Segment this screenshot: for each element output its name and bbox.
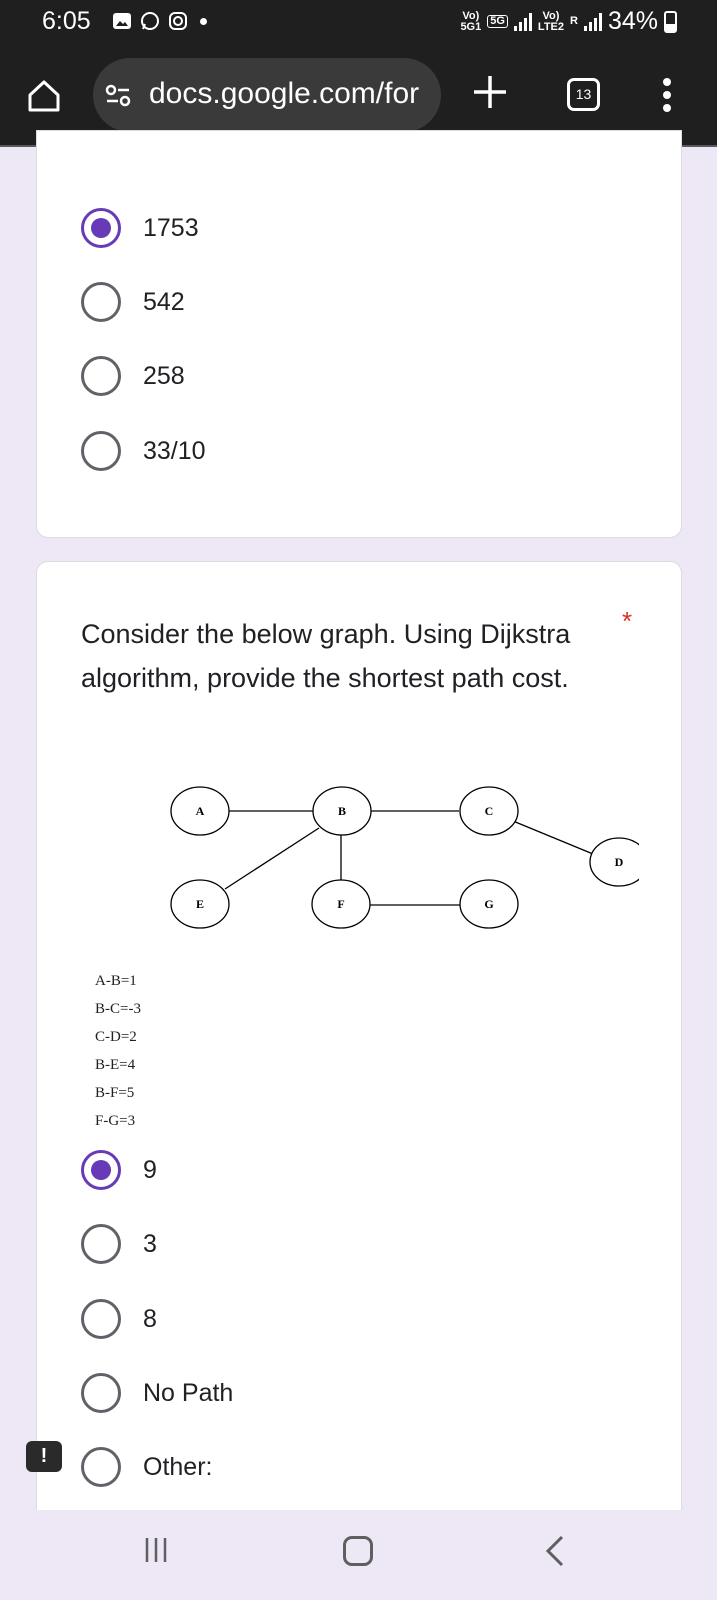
battery-percent: 34% — [607, 7, 658, 35]
option-row[interactable]: 542 — [81, 282, 185, 322]
option-row[interactable]: 1753 — [81, 208, 199, 248]
home-icon[interactable] — [26, 78, 62, 114]
url-text[interactable]: docs.google.com/for — [149, 77, 439, 111]
edge-weight: C-D=2 — [95, 1029, 137, 1045]
feedback-alert-icon[interactable]: ! — [26, 1441, 62, 1472]
node-label: D — [615, 855, 624, 869]
whatsapp-icon — [141, 12, 159, 30]
graph-node-a: A — [170, 786, 230, 836]
radio-button[interactable] — [81, 1224, 121, 1264]
option-row[interactable]: 258 — [81, 356, 185, 396]
option-row[interactable]: 33/10 — [81, 431, 206, 471]
radio-button[interactable] — [81, 1299, 121, 1339]
radio-button[interactable] — [81, 1373, 121, 1413]
notification-icons — [112, 11, 207, 31]
option-label: No Path — [143, 1378, 234, 1407]
signal-icon — [513, 12, 532, 31]
graph-node-c: C — [459, 786, 519, 836]
option-row[interactable]: No Path — [81, 1373, 233, 1413]
option-label: 542 — [143, 287, 185, 316]
overflow-menu-icon[interactable] — [662, 78, 672, 114]
node-label: C — [485, 804, 494, 818]
graph-node-b: B — [312, 786, 372, 836]
more-notifications-dot — [200, 17, 207, 25]
edge-weights-list: A-B=1 B-C=-3 C-D=2 B-E=4 B-F=5 F-G=3 — [95, 967, 141, 1135]
radio-button[interactable] — [81, 1447, 121, 1487]
radio-button[interactable] — [81, 356, 121, 396]
radio-button[interactable] — [81, 282, 121, 322]
option-label: Other: — [143, 1452, 213, 1481]
recent-apps-icon[interactable] — [143, 1536, 169, 1564]
option-label: 9 — [143, 1155, 157, 1184]
option-row[interactable]: Other: — [81, 1447, 212, 1487]
clock: 6:05 — [42, 7, 91, 35]
question-title: Consider the below graph. Using Dijkstra… — [81, 619, 571, 693]
node-label: G — [484, 897, 493, 911]
roaming-indicator: R — [570, 15, 578, 27]
graph-image: A B C D E F G — [170, 786, 639, 929]
graph-node-e: E — [170, 879, 230, 929]
node-label: B — [338, 804, 346, 818]
edge-weight: F-G=3 — [95, 1113, 136, 1129]
option-row[interactable]: 3 — [81, 1224, 157, 1264]
graph-node-g: G — [459, 879, 519, 929]
radio-button-selected[interactable] — [81, 1150, 121, 1190]
sim1-volte: Vo) 5G1 — [460, 9, 482, 33]
edge-weight: B-F=5 — [95, 1085, 135, 1101]
option-row[interactable]: 9 — [81, 1150, 157, 1190]
node-label: E — [196, 897, 204, 911]
home-nav-icon[interactable] — [343, 1536, 373, 1566]
option-label: 8 — [143, 1304, 157, 1333]
edge-weight: A-B=1 — [95, 973, 137, 989]
node-label: A — [196, 804, 205, 818]
signal2-icon — [583, 12, 602, 31]
graph-node-f: F — [311, 879, 371, 929]
edge-weight: B-C=-3 — [95, 1001, 141, 1017]
edge-c-d — [512, 820, 594, 855]
edge-weight: B-E=4 — [95, 1057, 136, 1073]
option-label: 33/10 — [143, 436, 206, 465]
network-5g-badge: 5G — [487, 15, 508, 28]
option-label: 1753 — [143, 213, 199, 242]
radio-button-selected[interactable] — [81, 208, 121, 248]
tab-switcher-button[interactable]: 13 — [567, 78, 600, 111]
node-label: F — [337, 897, 344, 911]
edge-b-e — [224, 827, 320, 890]
graph-node-d: D — [589, 837, 639, 887]
system-icons: Vo) 5G1 5G Vo) LTE2 R 34% — [460, 7, 677, 36]
status-bar: 6:05 Vo) 5G1 5G Vo) LTE2 R 34% — [0, 0, 717, 45]
option-row[interactable]: 8 — [81, 1299, 157, 1339]
system-navigation-bar — [0, 1510, 717, 1600]
question-card-dijkstra: Consider the below graph. Using Dijkstra… — [36, 561, 682, 1600]
radio-button[interactable] — [81, 431, 121, 471]
battery-icon — [664, 10, 677, 33]
required-asterisk: * — [622, 606, 633, 636]
gallery-icon — [113, 13, 131, 29]
question-card-previous: 1753 542 258 33/10 — [36, 130, 682, 538]
option-label: 3 — [143, 1229, 157, 1258]
option-label: 258 — [143, 361, 185, 390]
instagram-icon — [169, 12, 187, 30]
new-tab-icon[interactable] — [470, 72, 510, 112]
sim2-volte: Vo) LTE2 — [537, 9, 564, 33]
back-icon[interactable] — [544, 1535, 566, 1567]
address-bar[interactable]: docs.google.com/for — [93, 58, 441, 132]
site-settings-icon[interactable] — [105, 82, 131, 108]
